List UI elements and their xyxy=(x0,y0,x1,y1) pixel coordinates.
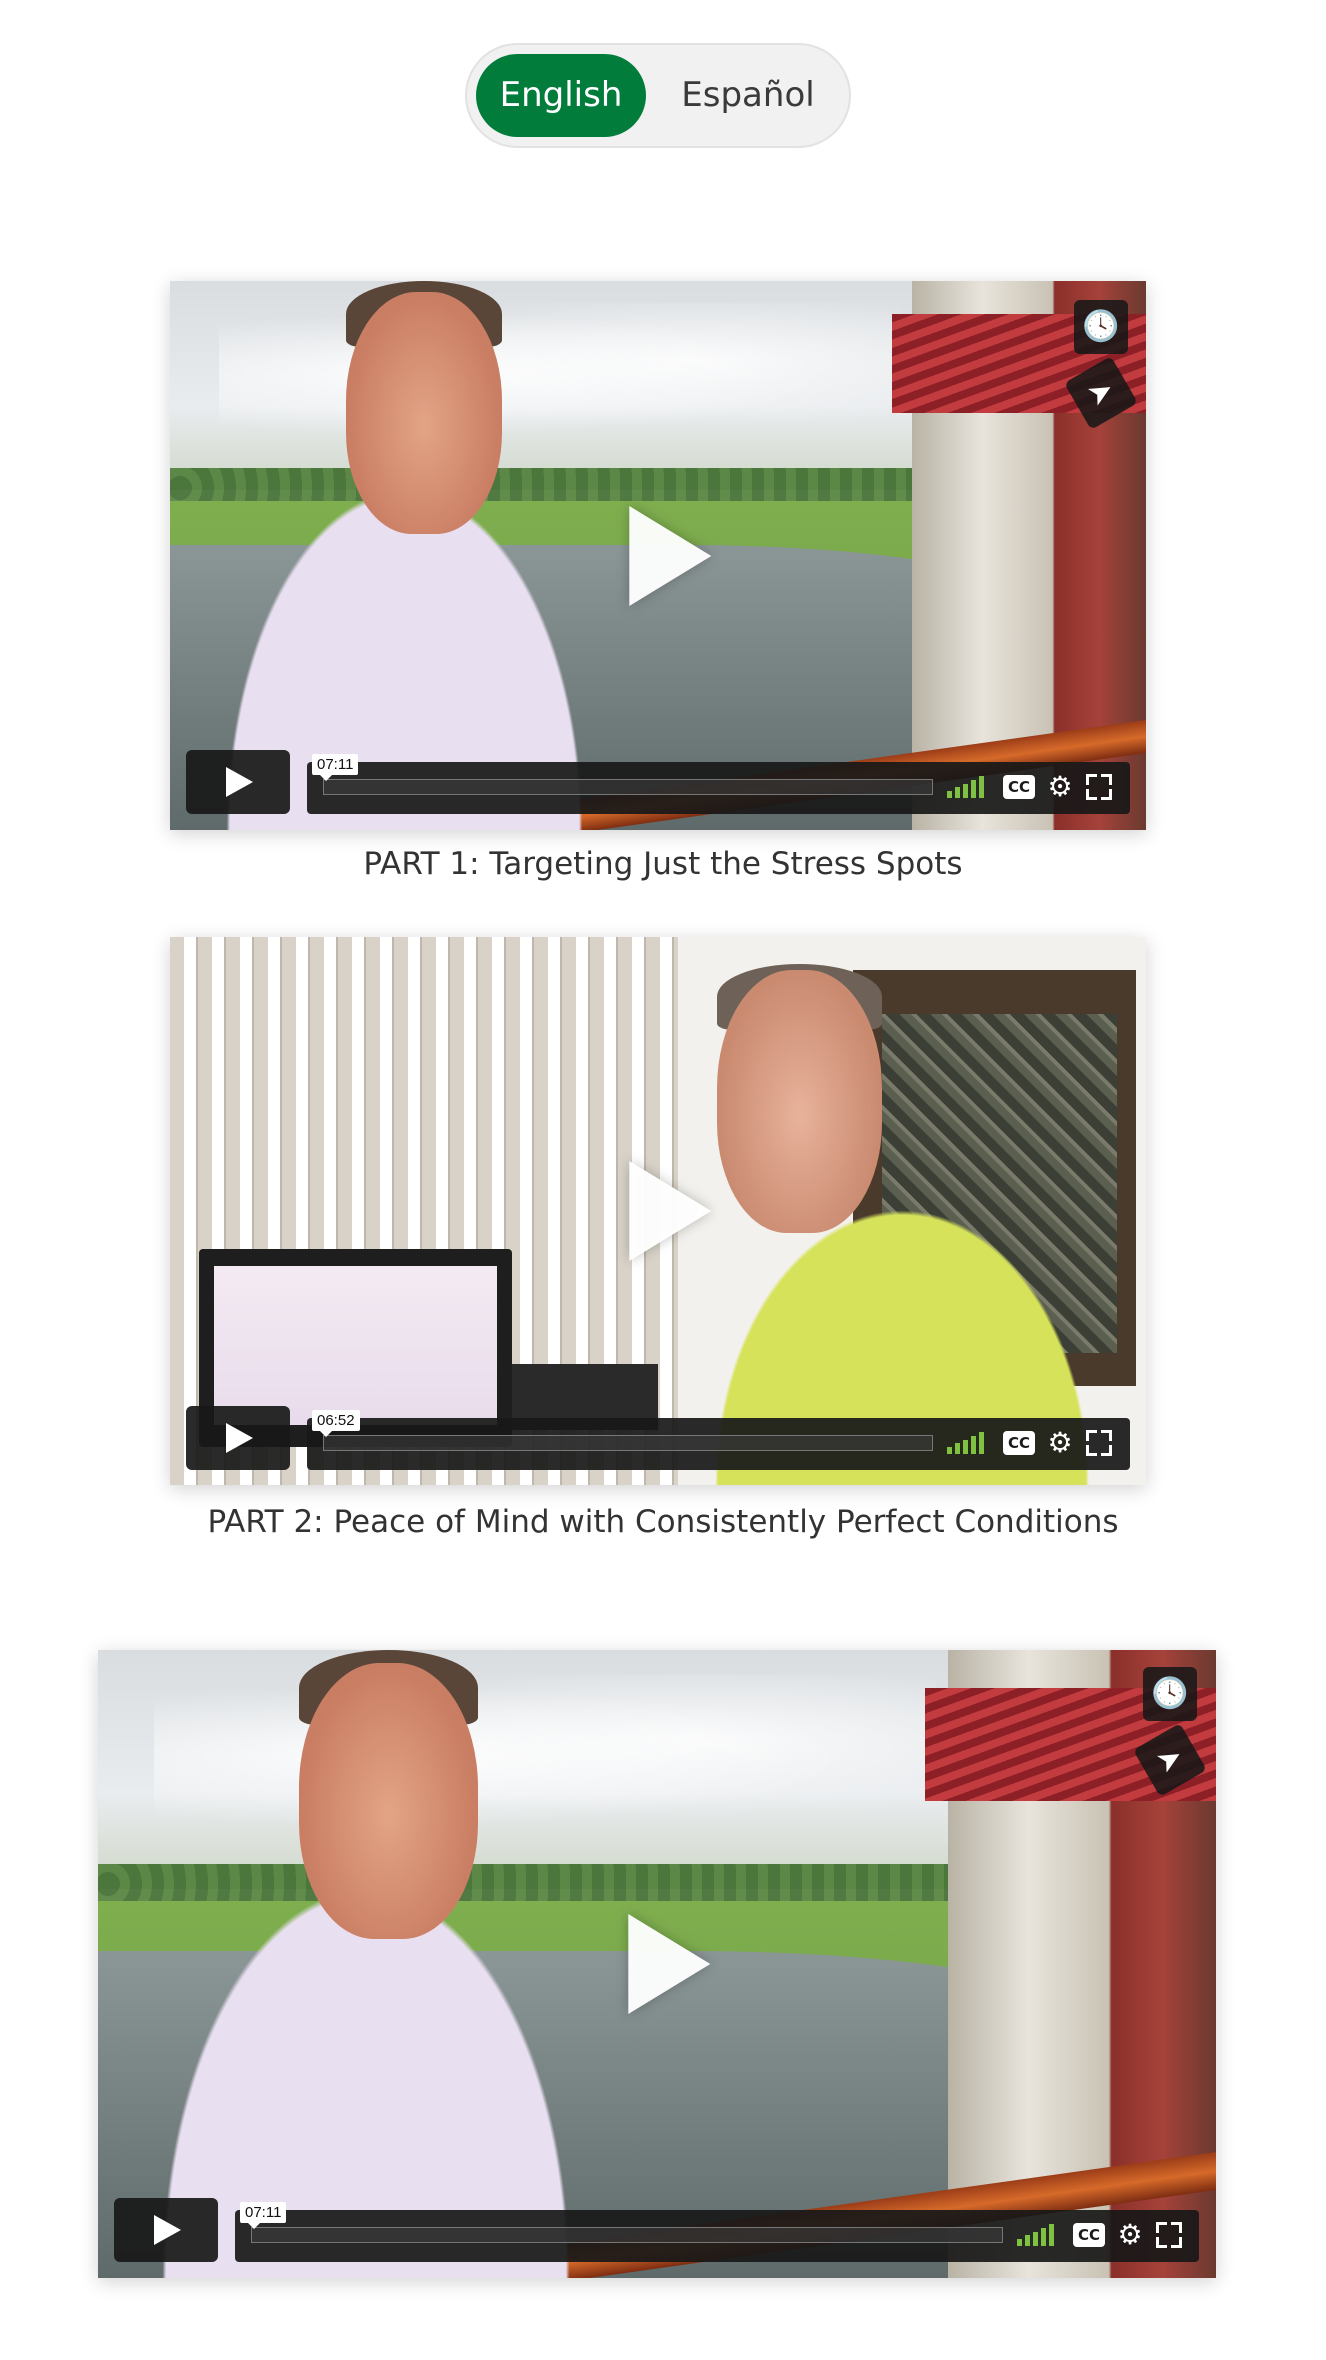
play-icon xyxy=(154,2215,181,2245)
play-icon xyxy=(226,1423,253,1453)
video-player-3[interactable]: 🕓 ➤ 07:11 CC ⚙ xyxy=(98,1650,1216,2278)
gear-icon[interactable]: ⚙ xyxy=(1115,2219,1145,2251)
control-bar: 06:52 CC ⚙ xyxy=(307,1410,1130,1470)
progress-bar[interactable]: 07:11 xyxy=(312,754,933,795)
play-icon xyxy=(226,767,253,797)
gear-icon[interactable]: ⚙ xyxy=(1045,771,1075,803)
video-caption-2: PART 2: Peace of Mind with Consistently … xyxy=(207,1504,1119,1540)
play-button[interactable] xyxy=(114,2198,218,2262)
clock-icon[interactable]: 🕓 xyxy=(1074,300,1128,354)
volume-icon[interactable] xyxy=(947,1432,987,1454)
gear-icon[interactable]: ⚙ xyxy=(1045,1427,1075,1459)
video-player-1[interactable]: 🕓 ➤ 07:11 CC ⚙ xyxy=(170,281,1146,830)
lang-english-button[interactable]: English xyxy=(476,54,646,137)
progress-bar[interactable]: 06:52 xyxy=(312,1410,933,1451)
big-play-icon[interactable] xyxy=(628,1914,711,2014)
progress-bar[interactable]: 07:11 xyxy=(240,2202,1003,2243)
fullscreen-icon[interactable] xyxy=(1086,1430,1112,1456)
control-bar: 07:11 CC ⚙ xyxy=(235,2202,1199,2262)
duration-tooltip: 07:11 xyxy=(312,754,359,781)
duration-tooltip: 06:52 xyxy=(312,1410,360,1437)
video-player-2[interactable]: 06:52 CC ⚙ xyxy=(170,937,1146,1485)
big-play-icon[interactable] xyxy=(629,505,712,606)
duration-tooltip: 07:11 xyxy=(240,2202,287,2229)
fullscreen-icon[interactable] xyxy=(1156,2222,1182,2248)
play-button[interactable] xyxy=(186,1406,290,1470)
big-play-icon[interactable] xyxy=(629,1161,712,1261)
clock-icon[interactable]: 🕓 xyxy=(1143,1667,1197,1721)
language-toggle: English Español xyxy=(465,43,851,148)
volume-icon[interactable] xyxy=(947,776,987,798)
cc-icon[interactable]: CC xyxy=(1003,775,1035,799)
control-bar: 07:11 CC ⚙ xyxy=(307,754,1130,814)
fullscreen-icon[interactable] xyxy=(1086,774,1112,800)
play-button[interactable] xyxy=(186,750,290,814)
cc-icon[interactable]: CC xyxy=(1073,2223,1105,2247)
video-caption-1: PART 1: Targeting Just the Stress Spots xyxy=(363,846,963,882)
volume-icon[interactable] xyxy=(1017,2224,1057,2246)
cc-icon[interactable]: CC xyxy=(1003,1431,1035,1455)
lang-spanish-button[interactable]: Español xyxy=(655,54,841,137)
